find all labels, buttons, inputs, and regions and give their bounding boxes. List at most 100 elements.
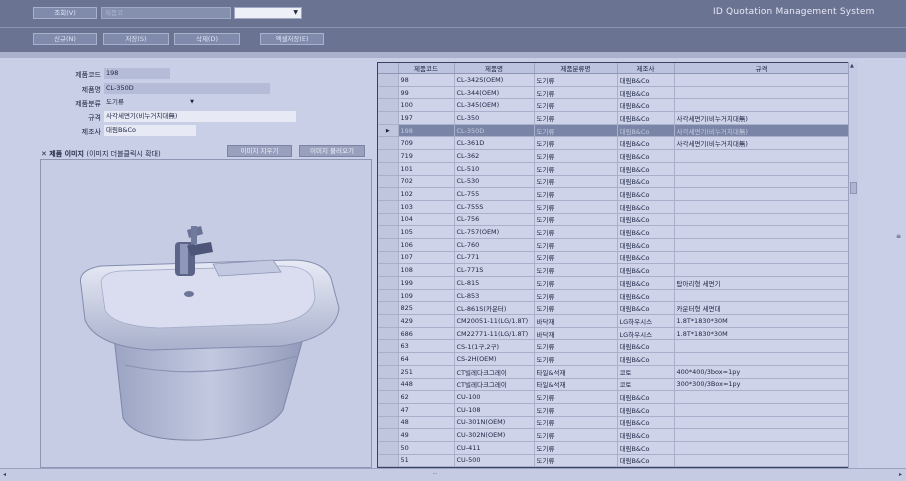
row-indicator[interactable] <box>378 251 399 265</box>
scroll-up-icon[interactable]: ▲ <box>850 63 854 69</box>
row-indicator[interactable] <box>378 73 399 87</box>
row-indicator[interactable] <box>378 136 399 151</box>
table-row[interactable]: 64 CS-2H(OEM) 도기류 대림B&Co <box>378 352 850 366</box>
row-indicator[interactable] <box>378 187 399 201</box>
table-row[interactable]: 719 CL-362 도기류 대림B&Co <box>378 149 850 163</box>
row-indicator[interactable] <box>378 200 399 214</box>
column-header[interactable]: 제품코드 <box>398 63 455 74</box>
clear-image-button[interactable]: 이미지 지우기 <box>227 145 292 157</box>
column-header[interactable]: 제조사 <box>617 63 675 74</box>
app-title: ID Quotation Management System <box>713 7 875 17</box>
table-row[interactable]: 107 CL-771 도기류 대림B&Co <box>378 251 850 265</box>
scroll-left-icon[interactable]: ◂ <box>3 471 6 478</box>
row-indicator[interactable] <box>378 339 399 354</box>
table-cell: 바닥재 <box>534 327 618 341</box>
search-input[interactable]: 제품코 <box>101 7 231 19</box>
table-row[interactable]: 108 CL-771S 도기류 대림B&Co <box>378 263 850 277</box>
column-header[interactable]: 제품명 <box>454 63 535 74</box>
table-row[interactable]: 106 CL-760 도기류 대림B&Co <box>378 238 850 252</box>
current-row-arrow-icon[interactable]: ▶ <box>378 124 399 138</box>
horizontal-scrollbar[interactable]: ◂ ⋯ ▸ <box>0 468 906 481</box>
category-filter-select[interactable]: ▼ <box>234 7 302 19</box>
table-row[interactable]: 702 CL-530 도기류 대림B&Co <box>378 175 850 189</box>
table-row[interactable]: 51 CU-500 도기류 대림B&Co <box>378 454 850 467</box>
table-row[interactable]: 709 CL-361D 도기류 대림B&Co 사각세면기(비누거치대無) <box>378 136 850 151</box>
table-row[interactable]: 197 CL-350 도기류 대림B&Co 사각세면기(비누거치대無) <box>378 111 850 125</box>
product-image-box[interactable] <box>40 159 372 468</box>
column-header[interactable]: 규격 <box>674 63 850 74</box>
excel-save-button[interactable]: 엑셀저장(E) <box>260 33 324 45</box>
table-row[interactable]: 104 CL-756 도기류 대림B&Co <box>378 213 850 227</box>
row-indicator[interactable] <box>378 352 399 366</box>
row-indicator[interactable] <box>378 403 399 417</box>
table-cell: 도기류 <box>534 339 618 354</box>
table-row[interactable]: 100 CL-345(OEM) 도기류 대림B&Co <box>378 98 850 113</box>
row-indicator[interactable] <box>378 175 399 189</box>
row-indicator[interactable] <box>378 365 399 379</box>
row-indicator[interactable] <box>378 238 399 252</box>
row-indicator[interactable] <box>378 86 399 100</box>
table-cell: 도기류 <box>534 86 618 100</box>
scroll-thumb-h[interactable]: ⋯ <box>428 471 442 478</box>
row-indicator[interactable] <box>378 98 399 113</box>
product-grid[interactable]: 제품코드 제품명 제품분류명 제조사 규격 98 CL-342S(OEM) 도기류 대림B&C… <box>377 62 858 468</box>
new-button[interactable]: 신규(N) <box>33 33 97 45</box>
table-cell: 대림B&Co <box>617 111 675 125</box>
grid-vertical-scrollbar[interactable]: ▲ <box>848 62 858 468</box>
row-indicator[interactable] <box>378 416 399 430</box>
table-cell: 사각세면기(비누거치대無) <box>674 124 850 138</box>
row-indicator[interactable] <box>378 301 399 316</box>
table-row[interactable]: 98 CL-342S(OEM) 도기류 대림B&Co <box>378 73 850 87</box>
save-button[interactable]: 저장(S) <box>103 33 169 45</box>
load-image-button[interactable]: 이미지 불러오기 <box>299 145 365 157</box>
table-row[interactable]: 105 CL-757(OEM) 도기류 대림B&Co <box>378 225 850 239</box>
name-field[interactable]: CL-350D <box>104 83 270 94</box>
category-select[interactable]: 도기류 ▼ <box>104 97 196 108</box>
table-row[interactable]: 251 CT빌레다크그레이 타일&석재 코토 400*400/3box=1py <box>378 365 850 379</box>
row-indicator[interactable] <box>378 378 399 392</box>
code-field[interactable]: 198 <box>104 68 170 79</box>
grip-icon[interactable]: ≡ <box>896 233 901 240</box>
table-row[interactable]: 47 CU-108 도기류 대림B&Co <box>378 403 850 417</box>
table-cell: 도기류 <box>534 301 618 316</box>
maker-field[interactable]: 대림B&Co <box>104 125 196 136</box>
table-row[interactable]: ▶ 198 CL-350D 도기류 대림B&Co 사각세면기(비누거치대無) <box>378 124 850 138</box>
table-row[interactable]: 49 CU-302N(OEM) 도기류 대림B&Co <box>378 428 850 442</box>
table-row[interactable]: 48 CU-301N(OEM) 도기류 대림B&Co <box>378 416 850 430</box>
table-row[interactable]: 103 CL-755S 도기류 대림B&Co <box>378 200 850 214</box>
spec-field[interactable]: 사각세면기(비누거치대無) <box>104 111 296 122</box>
table-row[interactable]: 63 CS-1(1구,2구) 도기류 대림B&Co <box>378 339 850 354</box>
table-row[interactable]: 448 CT빌레다크그레이 타일&석재 코토 300*300/3Box=1py <box>378 378 850 392</box>
row-indicator[interactable] <box>378 454 399 467</box>
row-indicator[interactable] <box>378 327 399 341</box>
table-row[interactable]: 99 CL-344(OEM) 도기류 대림B&Co <box>378 86 850 100</box>
row-indicator[interactable] <box>378 162 399 176</box>
scroll-thumb[interactable] <box>850 182 857 194</box>
delete-button[interactable]: 삭제(D) <box>174 33 240 45</box>
row-indicator[interactable] <box>378 263 399 277</box>
table-row[interactable]: 199 CL-815 도기류 대림B&Co 탑아리형 세면기 <box>378 276 850 290</box>
table-row[interactable]: 109 CL-853 도기류 대림B&Co <box>378 289 850 303</box>
table-row[interactable]: 102 CL-755 도기류 대림B&Co <box>378 187 850 201</box>
row-indicator[interactable] <box>378 289 399 303</box>
table-row[interactable]: 686 CM22771-11(LG/1.8T) 바닥재 LG하우시스 1.8T*1830… <box>378 327 850 341</box>
column-header[interactable]: 제품분류명 <box>534 63 618 74</box>
product-detail-panel: 제품코드 198 제품명 CL-350D 제품분류 도기류 ▼ 규격 사각세면기… <box>28 58 372 468</box>
table-cell: CL-861S(카운터) <box>454 301 535 316</box>
row-indicator[interactable] <box>378 428 399 442</box>
row-indicator[interactable] <box>378 276 399 290</box>
table-row[interactable]: 50 CU-411 도기류 대림B&Co <box>378 441 850 455</box>
row-indicator[interactable] <box>378 111 399 125</box>
table-row[interactable]: 62 CU-100 도기류 대림B&Co <box>378 390 850 404</box>
scroll-right-icon[interactable]: ▸ <box>899 471 902 478</box>
table-row[interactable]: 825 CL-861S(카운터) 도기류 대림B&Co 카운터형 세면대 <box>378 301 850 316</box>
row-indicator[interactable] <box>378 390 399 404</box>
table-row[interactable]: 101 CL-510 도기류 대림B&Co <box>378 162 850 176</box>
table-row[interactable]: 429 CM20051-11(LG/1.8T) 바닥재 LG하우시스 1.8T*1830… <box>378 314 850 328</box>
row-indicator[interactable] <box>378 225 399 239</box>
search-button[interactable]: 조회(V) <box>33 7 97 19</box>
row-indicator[interactable] <box>378 213 399 227</box>
row-indicator[interactable] <box>378 149 399 163</box>
row-indicator[interactable] <box>378 441 399 455</box>
row-indicator[interactable] <box>378 314 399 328</box>
